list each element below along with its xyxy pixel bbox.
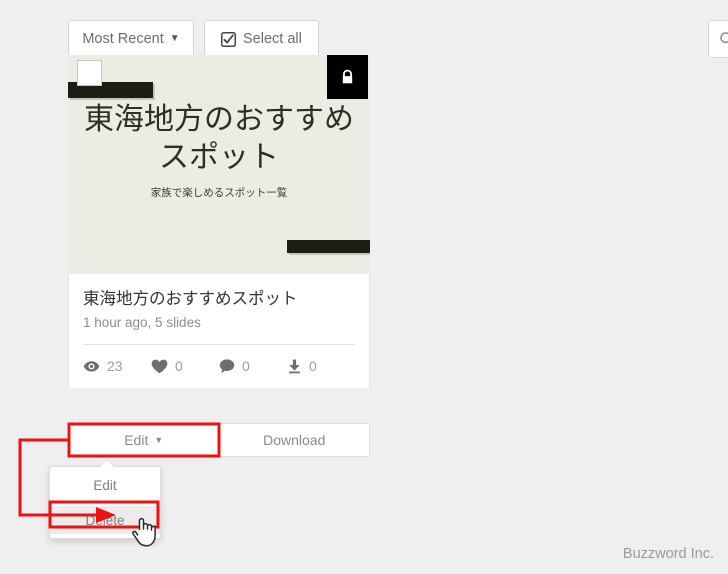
chevron-down-icon: ▼ bbox=[169, 33, 180, 44]
menu-separator bbox=[58, 502, 152, 503]
search-input[interactable] bbox=[708, 20, 728, 58]
heart-icon bbox=[151, 359, 168, 374]
menu-item-edit[interactable]: Edit bbox=[50, 471, 160, 499]
footer-company-name: Buzzword Inc. bbox=[622, 546, 714, 562]
menu-item-delete-label: Delete bbox=[85, 512, 125, 528]
chevron-down-icon: ▼ bbox=[154, 435, 164, 445]
sort-dropdown-button[interactable]: Most Recent ▼ bbox=[68, 20, 194, 58]
deck-stats: 23 0 0 0 bbox=[83, 345, 355, 388]
lock-icon bbox=[327, 55, 368, 99]
comment-icon bbox=[219, 359, 235, 374]
eye-icon bbox=[83, 360, 100, 373]
stat-downloads-value: 0 bbox=[309, 358, 317, 375]
deck-card: 東海地方のおすすめスポット 家族で楽しめるスポット一覧 東海地方のおすすめスポッ… bbox=[68, 55, 370, 389]
edit-button-label: Edit bbox=[124, 432, 149, 448]
stat-views-value: 23 bbox=[107, 358, 123, 375]
deck-action-buttons: Edit ▼ Download bbox=[68, 423, 370, 457]
checkbox-check-icon bbox=[221, 31, 236, 47]
stat-views: 23 bbox=[83, 358, 151, 374]
search-icon bbox=[719, 31, 728, 47]
menu-item-edit-label: Edit bbox=[93, 477, 117, 493]
deck-card-body: 東海地方のおすすめスポット 1 hour ago, 5 slides 23 0 … bbox=[68, 274, 370, 389]
edit-dropdown-button[interactable]: Edit ▼ bbox=[68, 423, 219, 457]
download-button[interactable]: Download bbox=[218, 423, 370, 457]
dropdown-caret-icon bbox=[100, 460, 114, 467]
slide-decoration-bar-bottom bbox=[287, 240, 370, 253]
deck-meta: 1 hour ago, 5 slides bbox=[83, 315, 201, 331]
select-all-label: Select all bbox=[243, 30, 302, 47]
stat-comments: 0 bbox=[219, 358, 287, 374]
deck-title[interactable]: 東海地方のおすすめスポット bbox=[83, 288, 355, 310]
slide-title-text: 東海地方のおすすめスポット bbox=[84, 103, 354, 174]
stat-comments-value: 0 bbox=[242, 358, 250, 375]
stat-downloads: 0 bbox=[287, 358, 355, 374]
sort-dropdown-label: Most Recent bbox=[82, 30, 164, 47]
download-icon bbox=[287, 359, 302, 374]
select-checkbox[interactable] bbox=[77, 60, 102, 86]
stat-likes-value: 0 bbox=[175, 358, 183, 375]
slide-subtitle-text: 家族で楽しめるスポット一覧 bbox=[150, 187, 288, 199]
stat-likes: 0 bbox=[151, 358, 219, 374]
select-all-button[interactable]: Select all bbox=[204, 20, 319, 58]
list-toolbar: Most Recent ▼ Select all bbox=[68, 20, 319, 58]
mouse-cursor-pointer bbox=[132, 517, 156, 547]
deck-thumbnail[interactable]: 東海地方のおすすめスポット 家族で楽しめるスポット一覧 bbox=[68, 55, 370, 274]
download-button-label: Download bbox=[263, 432, 326, 448]
